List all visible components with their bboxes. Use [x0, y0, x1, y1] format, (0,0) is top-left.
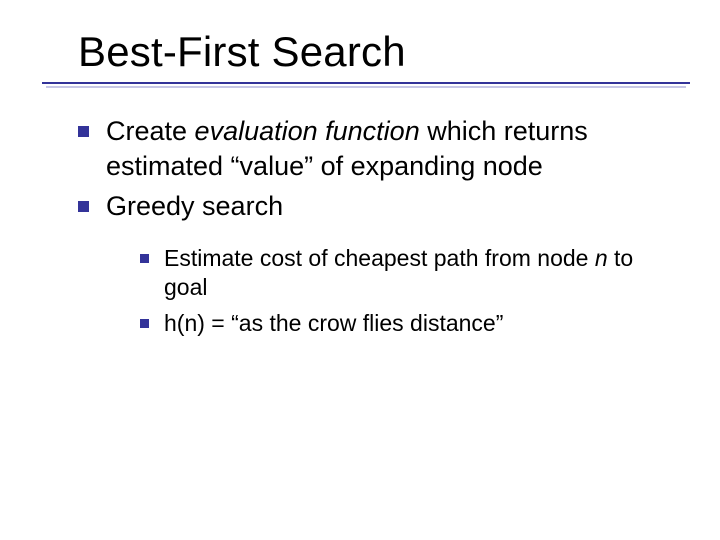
bullet-list-level2: Estimate cost of cheapest path from node…	[106, 244, 680, 338]
title-underline	[42, 82, 690, 84]
bullet-item-1: Create evaluation function which returns…	[78, 114, 680, 183]
sub-bullet-2: h(n) = “as the crow flies distance”	[140, 309, 680, 338]
sub-bullet-1: Estimate cost of cheapest path from node…	[140, 244, 680, 303]
bullet-item-2: Greedy search Estimate cost of cheapest …	[78, 189, 680, 338]
slide: Best-First Search Create evaluation func…	[0, 0, 720, 540]
sub-1-italic: n	[595, 245, 608, 271]
title-underline-shadow	[46, 86, 686, 88]
bullet-list-level1: Create evaluation function which returns…	[78, 114, 680, 338]
slide-title: Best-First Search	[78, 28, 680, 76]
bullet-2-text: Greedy search	[106, 191, 283, 221]
sub-1-pre: Estimate cost of cheapest path from node	[164, 245, 595, 271]
bullet-1-italic: evaluation function	[195, 116, 420, 146]
sub-2-text: h(n) = “as the crow flies distance”	[164, 310, 503, 336]
bullet-1-pre: Create	[106, 116, 195, 146]
title-block: Best-First Search	[78, 28, 680, 82]
